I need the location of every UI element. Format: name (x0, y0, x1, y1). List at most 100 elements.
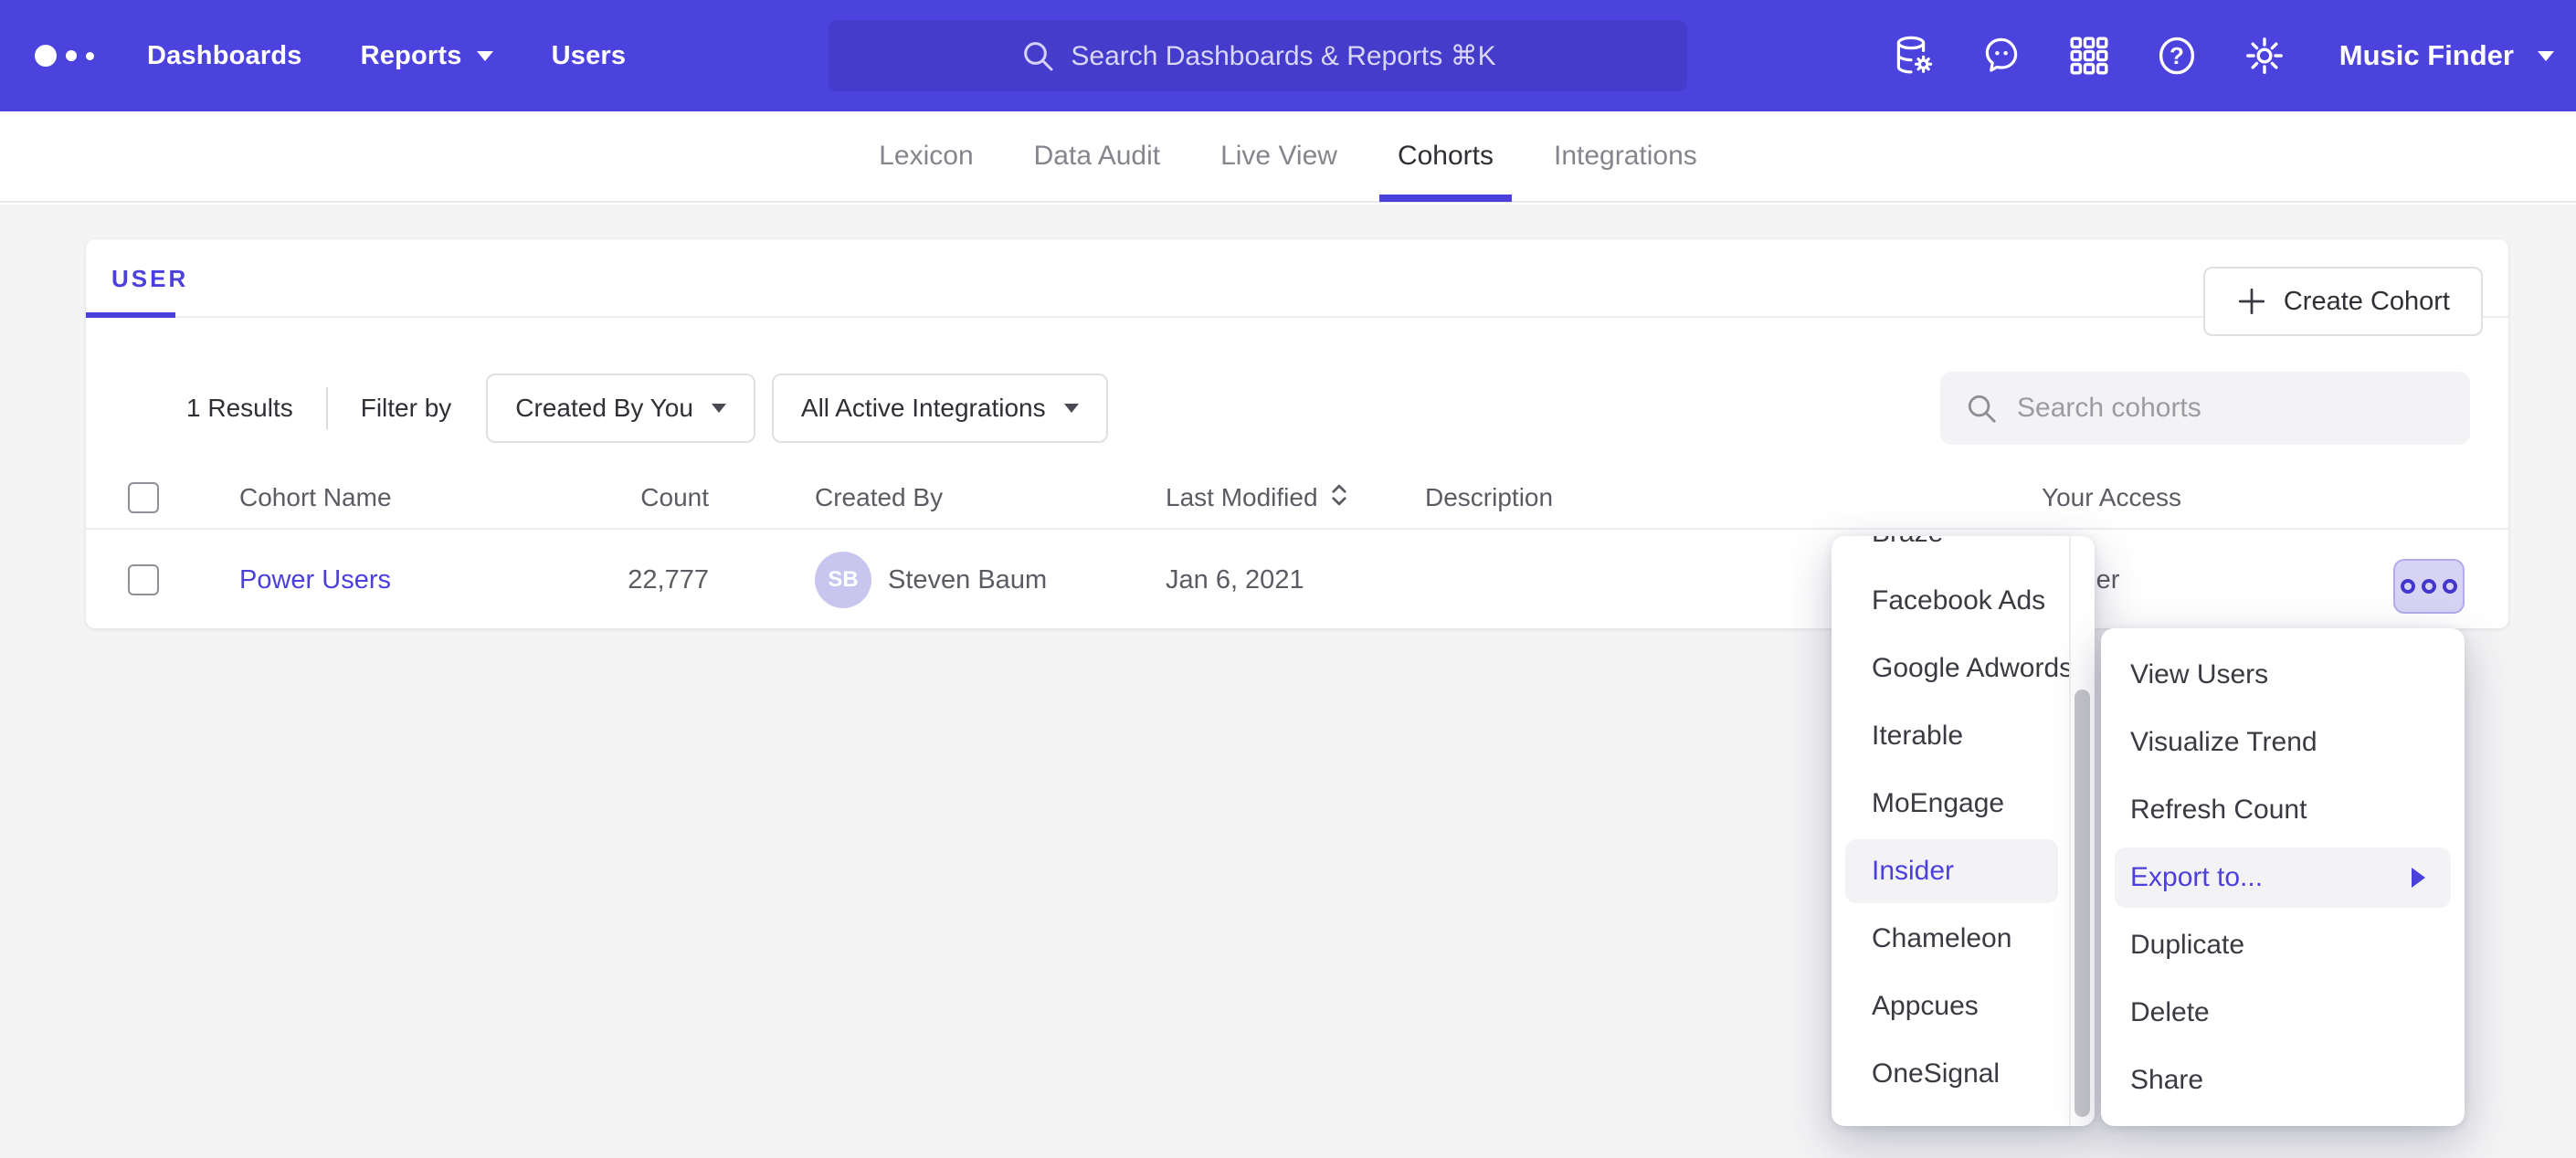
submenu-item-google-adwords[interactable]: Google Adwords (1832, 635, 2095, 702)
chevron-down-icon (2538, 51, 2554, 61)
submenu-item-chameleon[interactable]: Chameleon (1832, 905, 2095, 973)
help-icon[interactable]: ? (2155, 34, 2199, 78)
settings-gear-icon[interactable] (2243, 34, 2286, 78)
cohort-count-value: 22,777 (628, 565, 709, 595)
tab-user-cohorts[interactable]: USER (111, 239, 188, 318)
create-cohort-button[interactable]: Create Cohort (2203, 267, 2483, 336)
header-description-label: Description (1425, 483, 1553, 512)
submenu-item-insider[interactable]: Insider (1845, 839, 2058, 903)
active-tab-underline (1379, 195, 1512, 202)
header-created-by[interactable]: Created By (815, 466, 943, 530)
submenu-scrollbar-thumb[interactable] (2075, 690, 2090, 1117)
tab-lexicon-label: Lexicon (879, 141, 973, 172)
row-actions-button[interactable] (2393, 559, 2465, 614)
cohort-type-tabs: USER (86, 239, 2508, 318)
header-count[interactable]: Count (543, 466, 709, 530)
row-checkbox[interactable] (128, 564, 159, 595)
nav-item-reports[interactable]: Reports (361, 41, 493, 71)
global-search-placeholder: Search Dashboards & Reports ⌘K (1071, 40, 1495, 72)
results-count: 1 Results (186, 394, 293, 423)
avatar: SB (815, 552, 871, 608)
header-cohort-name[interactable]: Cohort Name (239, 466, 392, 530)
header-your-access-label: Your Access (2042, 483, 2181, 512)
search-cohorts-input[interactable] (2017, 393, 2446, 424)
mixpanel-logo-icon[interactable] (35, 45, 94, 67)
header-created-by-label: Created By (815, 483, 943, 512)
header-last-modified-label: Last Modified (1166, 483, 1318, 512)
apps-grid-icon[interactable] (2067, 34, 2111, 78)
nav-item-dashboards-label: Dashboards (147, 41, 302, 71)
cohorts-card: USER Create Cohort 1 Results Filter by C… (86, 239, 2508, 628)
filter-created-by-value: Created By You (515, 394, 693, 423)
menu-item-share[interactable]: Share (2101, 1047, 2465, 1114)
table-header: Cohort Name Count Created By Last Modifi… (86, 466, 2508, 530)
header-cohort-name-label: Cohort Name (239, 483, 392, 512)
filter-created-by-dropdown[interactable]: Created By You (486, 374, 755, 443)
menu-item-refresh-count[interactable]: Refresh Count (2101, 776, 2465, 844)
menu-item-view-users[interactable]: View Users (2101, 641, 2465, 709)
search-icon (1964, 391, 1999, 426)
nav-item-users-label: Users (552, 41, 627, 71)
svg-text:?: ? (2170, 42, 2184, 69)
project-name: Music Finder (2339, 39, 2514, 72)
submenu-arrow-icon (2412, 868, 2425, 888)
section-tabbar: Lexicon Data Audit Live View Cohorts Int… (0, 111, 2576, 203)
tab-data-audit-label: Data Audit (1034, 141, 1160, 172)
create-cohort-label: Create Cohort (2284, 287, 2450, 317)
nav-item-reports-label: Reports (361, 41, 462, 71)
table-row: Power Users 22,777 SB Steven Baum Jan 6,… (86, 532, 2508, 628)
data-management-icon[interactable] (1892, 34, 1936, 78)
sort-icon[interactable] (1329, 483, 1349, 513)
cohort-name-link[interactable]: Power Users (239, 565, 391, 595)
chevron-down-icon (712, 404, 726, 413)
header-description[interactable]: Description (1425, 466, 1553, 530)
header-your-access[interactable]: Your Access (2042, 466, 2181, 530)
project-switcher[interactable]: Music Finder (2339, 39, 2554, 72)
chevron-down-icon (1064, 404, 1079, 413)
tab-cohorts[interactable]: Cohorts (1394, 111, 1497, 202)
menu-item-export-to-label: Export to... (2130, 862, 2263, 893)
cohort-count: 22,777 (543, 532, 709, 628)
last-modified-value: Jan 6, 2021 (1166, 565, 1304, 595)
submenu-item-onesignal[interactable]: OneSignal (1832, 1040, 2095, 1108)
header-last-modified[interactable]: Last Modified (1166, 466, 1349, 530)
filter-integrations-dropdown[interactable]: All Active Integrations (772, 374, 1108, 443)
nav-item-dashboards[interactable]: Dashboards (147, 41, 302, 71)
tab-live-view[interactable]: Live View (1217, 111, 1341, 202)
feedback-icon[interactable] (1980, 34, 2023, 78)
user-tab-underline (86, 312, 175, 318)
tab-data-audit[interactable]: Data Audit (1030, 111, 1164, 202)
tab-cohorts-label: Cohorts (1398, 141, 1494, 172)
export-submenu-list: Braze Facebook Ads Google Adwords Iterab… (1832, 536, 2095, 1108)
submenu-item-appcues[interactable]: Appcues (1832, 973, 2095, 1040)
submenu-item-iterable[interactable]: Iterable (1832, 702, 2095, 770)
tab-integrations-label: Integrations (1554, 141, 1697, 172)
filter-integrations-value: All Active Integrations (801, 394, 1046, 423)
global-search-input[interactable]: Search Dashboards & Reports ⌘K (829, 20, 1687, 91)
app-root: Dashboards Reports Users Search Dashboar… (0, 0, 2576, 1158)
tab-integrations[interactable]: Integrations (1550, 111, 1701, 202)
top-nav: Dashboards Reports Users Search Dashboar… (0, 0, 2576, 111)
tab-user-cohorts-label: USER (111, 265, 188, 293)
last-modified-cell: Jan 6, 2021 (1166, 532, 1304, 628)
created-by-name: Steven Baum (888, 565, 1047, 595)
menu-item-visualize-trend[interactable]: Visualize Trend (2101, 709, 2465, 776)
nav-links: Dashboards Reports Users (147, 41, 626, 71)
chevron-down-icon (477, 51, 493, 61)
menu-item-export-to[interactable]: Export to... (2115, 847, 2451, 908)
select-all-checkbox[interactable] (128, 482, 159, 513)
menu-item-duplicate[interactable]: Duplicate (2101, 911, 2465, 979)
dots-icon (2401, 579, 2415, 594)
nav-item-users[interactable]: Users (552, 41, 627, 71)
row-context-menu: View Users Visualize Trend Refresh Count… (2101, 628, 2465, 1126)
nav-right: ? Music Finder (1892, 0, 2554, 111)
search-icon (1019, 37, 1056, 74)
menu-item-delete[interactable]: Delete (2101, 979, 2465, 1047)
submenu-item-facebook-ads[interactable]: Facebook Ads (1832, 567, 2095, 635)
divider (326, 387, 328, 429)
plus-icon (2236, 286, 2267, 317)
submenu-item-braze[interactable]: Braze (1832, 536, 2095, 567)
submenu-item-moengage[interactable]: MoEngage (1832, 770, 2095, 837)
tab-lexicon[interactable]: Lexicon (875, 111, 977, 202)
filter-row: 1 Results Filter by Created By You All A… (186, 372, 2470, 445)
